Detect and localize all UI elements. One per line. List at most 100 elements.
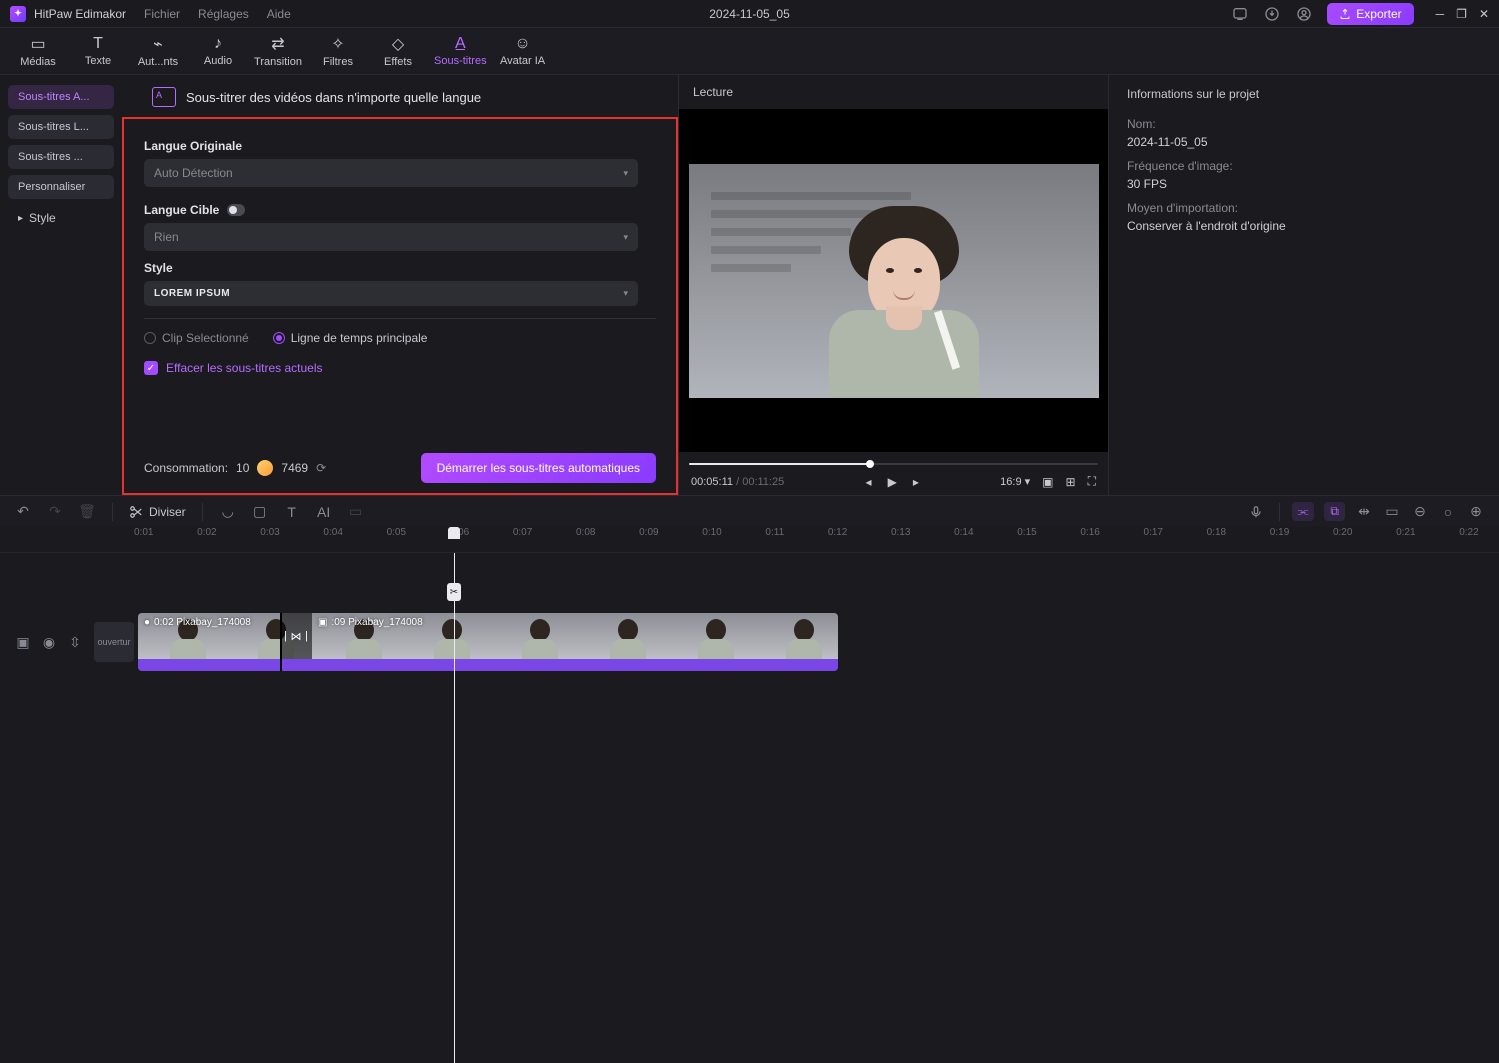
zoom-out-icon[interactable]: ⊖	[1411, 503, 1429, 520]
track-toggle-icon[interactable]: ▣	[14, 634, 32, 651]
chevron-down-icon: ▾	[623, 232, 628, 243]
titlebar: ✦ HitPaw Edimakor Fichier Réglages Aide …	[0, 0, 1499, 28]
playhead[interactable]	[454, 553, 455, 1063]
top-tabs: ▭Médias TTexte ⌁Aut...nts ♪Audio ⇄Transi…	[0, 28, 1499, 75]
ruler-tick: 0:17	[1144, 527, 1163, 538]
chevron-down-icon: ▾	[623, 168, 628, 179]
app-name: HitPaw Edimakor	[34, 7, 126, 21]
side-tab-custom[interactable]: Personnaliser	[8, 175, 114, 199]
next-frame-button[interactable]: ▸	[913, 475, 919, 489]
text-icon[interactable]: T	[283, 504, 301, 520]
feedback-icon[interactable]	[1231, 5, 1249, 23]
timecode: 00:05:11 / 00:11:25	[691, 476, 784, 488]
radio-selected-clip[interactable]: Clip Selectionné	[144, 331, 249, 345]
start-auto-subtitles-button[interactable]: Démarrer les sous-titres automatiques	[421, 453, 656, 483]
aspect-ratio-select[interactable]: 16:9 ▾	[1000, 475, 1030, 488]
timeline-ruler[interactable]: 0:010:020:030:040:050:060:070:080:090:10…	[0, 527, 1499, 553]
tab-filters[interactable]: ✧Filtres	[314, 34, 362, 68]
zoom-in-icon[interactable]: ⊕	[1467, 503, 1485, 520]
tab-effects[interactable]: ◇Effets	[374, 34, 422, 68]
panel-title-row: Sous-titrer des vidéos dans n'importe qu…	[122, 87, 678, 117]
ruler-tick: 0:04	[323, 527, 342, 538]
select-target-language[interactable]: Rien▾	[144, 223, 638, 251]
window-minimize[interactable]: ─	[1436, 7, 1445, 21]
fit-icon[interactable]: ▭	[1383, 503, 1401, 520]
side-tab-style[interactable]: Style	[8, 205, 114, 231]
download-icon[interactable]	[1263, 5, 1281, 23]
side-tab-local-subtitles[interactable]: Sous-titres L...	[8, 115, 114, 139]
info-name-value: 2024-11-05_05	[1127, 135, 1481, 149]
ruler-tick: 0:19	[1270, 527, 1289, 538]
info-fps-value: 30 FPS	[1127, 177, 1481, 191]
prev-frame-button[interactable]: ◂	[866, 475, 872, 489]
magnet-icon[interactable]: ⫘	[1292, 502, 1315, 521]
intro-clip[interactable]: ouvertur	[94, 622, 134, 662]
ruler-tick: 0:16	[1080, 527, 1099, 538]
timeline-tracks: ▣ ◉ ⇳ ouvertur ● 0:02 Pixabay_174008 |⋈|…	[0, 553, 1499, 813]
info-title: Informations sur le projet	[1127, 87, 1481, 107]
ruler-tick: 0:07	[513, 527, 532, 538]
menu-file[interactable]: Fichier	[144, 7, 180, 21]
tab-subtitles[interactable]: A̲Sous-titres	[434, 35, 487, 67]
refresh-icon[interactable]: ⟳	[316, 461, 330, 475]
tab-avatar[interactable]: ☺Avatar IA	[499, 35, 547, 67]
app-logo: ✦	[10, 6, 26, 22]
tab-text[interactable]: TTexte	[74, 35, 122, 67]
coin-icon	[257, 460, 273, 476]
side-tab-other-subtitles[interactable]: Sous-titres ...	[8, 145, 114, 169]
fullscreen-icon[interactable]: ⛶	[1088, 474, 1096, 489]
crop-icon[interactable]: ▢	[251, 503, 269, 520]
menu-help[interactable]: Aide	[267, 7, 291, 21]
checkbox-clear-subtitles[interactable]: ✓ Effacer les sous-titres actuels	[144, 361, 656, 375]
label-target-language: Langue Cible	[144, 203, 219, 217]
info-name-label: Nom:	[1127, 117, 1481, 131]
ruler-tick: 0:11	[765, 527, 784, 538]
redo-button[interactable]: ↷	[46, 503, 64, 520]
cut-handle[interactable]: ✂	[447, 583, 461, 601]
select-original-language[interactable]: Auto Détection▾	[144, 159, 638, 187]
timeline-toolbar: ↶ ↷ 🗑 Diviser ◡ ▢ T AI ▭ ⫘ ⧉ ⇹ ▭ ⊖ ○ ⊕	[0, 495, 1499, 527]
tab-media[interactable]: ▭Médias	[14, 34, 62, 68]
menu-settings[interactable]: Réglages	[198, 7, 249, 21]
clip-transition[interactable]: |⋈|	[280, 613, 312, 659]
clip-label-1: ● 0:02 Pixabay_174008	[144, 617, 251, 628]
account-icon[interactable]	[1295, 5, 1313, 23]
project-title: 2024-11-05_05	[709, 7, 790, 21]
radio-main-timeline[interactable]: Ligne de temps principale	[273, 331, 428, 345]
delete-button[interactable]: 🗑	[78, 503, 96, 520]
camera-icon[interactable]: ▭	[347, 503, 365, 520]
window-close[interactable]: ✕	[1479, 7, 1489, 21]
clip-label-2: ▣ :09 Pixabay_174008	[318, 617, 423, 628]
divider	[144, 318, 656, 319]
track-lock-icon[interactable]: ⇳	[66, 634, 84, 651]
tab-transition[interactable]: ⇄Transition	[254, 34, 302, 68]
side-tab-auto-subtitles[interactable]: Sous-titres A...	[8, 85, 114, 109]
split-button[interactable]: Diviser	[129, 505, 186, 519]
export-button[interactable]: Exporter	[1327, 3, 1413, 25]
play-button[interactable]: ▶	[888, 475, 897, 489]
snap-icon[interactable]: ⇹	[1355, 503, 1373, 520]
snapshot-icon[interactable]: ▣	[1042, 475, 1053, 489]
ruler-tick: 0:21	[1396, 527, 1415, 538]
video-clip[interactable]: ● 0:02 Pixabay_174008 |⋈| ▣ :09 Pixabay_…	[138, 613, 838, 671]
ruler-tick: 0:09	[639, 527, 658, 538]
tab-audio[interactable]: ♪Audio	[194, 35, 242, 67]
playhead-cap[interactable]	[448, 527, 460, 539]
mic-icon[interactable]	[1249, 505, 1267, 519]
player-seekbar[interactable]	[689, 458, 1098, 470]
window-maximize[interactable]: ❐	[1456, 7, 1467, 21]
select-style[interactable]: LOREM IPSUM▾	[144, 281, 638, 306]
project-info-panel: Informations sur le projet Nom: 2024-11-…	[1109, 75, 1499, 495]
undo-button[interactable]: ↶	[14, 503, 32, 520]
marker-icon[interactable]: ◡	[219, 503, 237, 520]
toggle-target-language[interactable]	[227, 204, 245, 216]
zoom-slider-icon[interactable]: ○	[1439, 504, 1457, 520]
track-visibility-icon[interactable]: ◉	[40, 634, 58, 651]
ruler-tick: 0:01	[134, 527, 153, 538]
grid-icon[interactable]: ⊞	[1066, 475, 1076, 489]
ai-icon[interactable]: AI	[315, 504, 333, 520]
preview-viewport[interactable]	[679, 109, 1108, 452]
tab-auto[interactable]: ⌁Aut...nts	[134, 34, 182, 68]
link-icon[interactable]: ⧉	[1324, 502, 1345, 521]
ruler-tick: 0:03	[260, 527, 279, 538]
